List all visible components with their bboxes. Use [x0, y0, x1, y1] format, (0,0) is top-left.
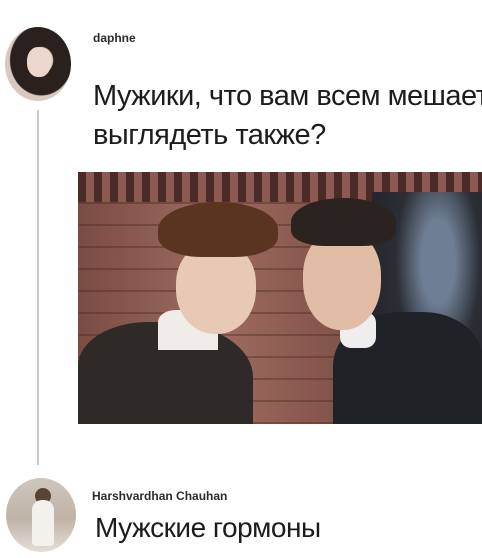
- avatar[interactable]: [5, 27, 71, 101]
- comment-thread: daphne Мужики, что вам всем мешает выгля…: [0, 0, 482, 558]
- thread-connector-line: [37, 110, 39, 465]
- reply-username[interactable]: Harshvardhan Chauhan: [92, 489, 227, 503]
- avatar-face: [27, 47, 51, 77]
- reply-text: Мужские гормоны: [95, 512, 321, 543]
- post-text-line-2: выглядеть также?: [93, 119, 326, 151]
- post-username[interactable]: daphne: [93, 31, 136, 45]
- avatar[interactable]: [6, 478, 76, 552]
- person-left-hair: [158, 202, 278, 257]
- post-text: Мужики, что вам всем мешает выглядеть та…: [93, 77, 482, 155]
- avatar-body: [32, 500, 54, 546]
- person-right-hair: [291, 198, 396, 246]
- post-text-line-1: Мужики, что вам всем мешает: [93, 80, 482, 112]
- post-photo[interactable]: [78, 172, 482, 424]
